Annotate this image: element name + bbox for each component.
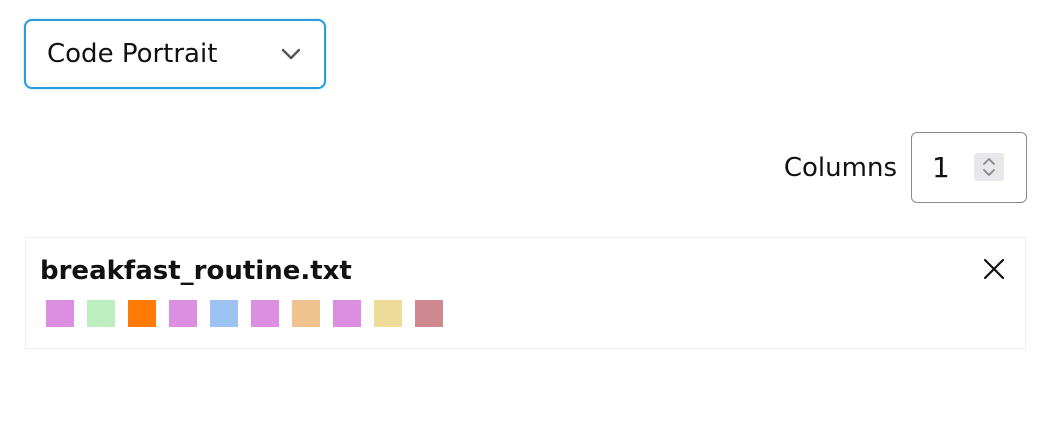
color-swatch <box>128 300 156 327</box>
file-card: breakfast_routine.txt <box>25 237 1026 349</box>
stepper-icon[interactable] <box>974 153 1004 181</box>
columns-number-input[interactable]: 1 <box>911 132 1027 203</box>
color-swatch <box>251 300 279 327</box>
color-swatch <box>87 300 115 327</box>
close-icon[interactable] <box>981 256 1007 282</box>
page: Code Portrait Columns 1 breakfast_routin… <box>0 0 1060 432</box>
chevron-down-icon <box>280 43 302 65</box>
file-name: breakfast_routine.txt <box>40 256 352 286</box>
color-swatch <box>46 300 74 327</box>
color-swatch <box>169 300 197 327</box>
columns-label: Columns <box>783 152 897 183</box>
color-swatch <box>333 300 361 327</box>
dropdown-selected-value: Code Portrait <box>47 39 218 69</box>
columns-control: Columns 1 <box>784 132 1027 203</box>
color-swatches <box>46 300 443 327</box>
portrait-style-dropdown[interactable]: Code Portrait <box>24 19 326 89</box>
columns-value: 1 <box>932 151 950 184</box>
color-swatch <box>210 300 238 327</box>
color-swatch <box>415 300 443 327</box>
color-swatch <box>292 300 320 327</box>
color-swatch <box>374 300 402 327</box>
